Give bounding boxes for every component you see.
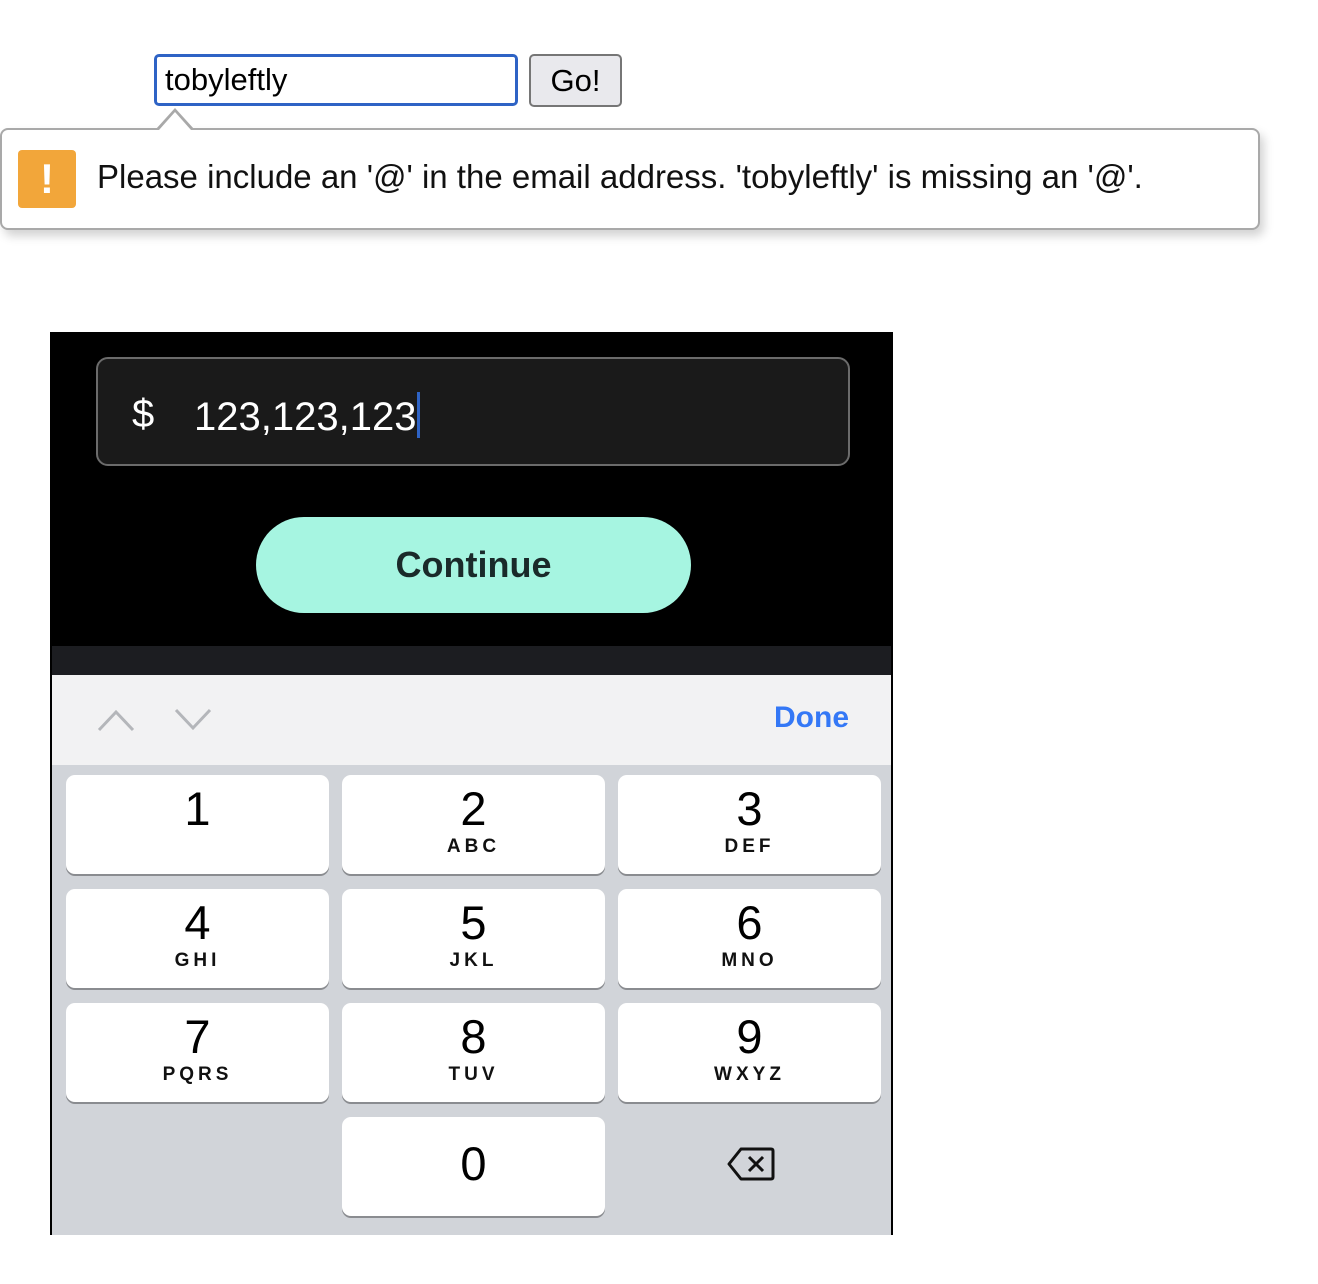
- key-4[interactable]: 4 GHI: [66, 889, 329, 988]
- key-digit: 9: [736, 1010, 763, 1063]
- key-letters: JKL: [449, 950, 498, 971]
- key-2[interactable]: 2 ABC: [342, 775, 605, 874]
- backspace-icon: [727, 1147, 775, 1186]
- key-digit: 7: [184, 1010, 211, 1063]
- key-letters: ABC: [446, 836, 501, 857]
- amount-text: 123,123,123: [194, 395, 417, 439]
- numeric-keypad: 1 2 ABC 3 DEF 4 GHI 5 JKL 6 MNO 7 PQRS 8: [52, 765, 891, 1235]
- key-letters: PQRS: [162, 1064, 233, 1085]
- amount-input[interactable]: $ 123,123,123: [96, 357, 850, 466]
- key-8[interactable]: 8 TUV: [342, 1003, 605, 1102]
- key-letters: GHI: [174, 950, 221, 971]
- key-digit: 5: [460, 896, 487, 949]
- done-button[interactable]: Done: [774, 701, 849, 735]
- validation-tooltip: ! Please include an '@' in the email add…: [0, 128, 1260, 230]
- currency-symbol: $: [132, 392, 155, 436]
- text-caret: [417, 392, 421, 438]
- key-letters: DEF: [724, 836, 775, 857]
- backspace-key[interactable]: [618, 1117, 881, 1216]
- key-digit: 8: [460, 1010, 487, 1063]
- key-digit: 6: [736, 896, 763, 949]
- keyboard-gap: [52, 646, 891, 675]
- chevron-down-icon[interactable]: [173, 707, 213, 738]
- key-9[interactable]: 9 WXYZ: [618, 1003, 881, 1102]
- key-0[interactable]: 0: [342, 1117, 605, 1216]
- key-1[interactable]: 1: [66, 775, 329, 874]
- key-letters: WXYZ: [714, 1064, 785, 1085]
- key-digit: 4: [184, 896, 211, 949]
- key-6[interactable]: 6 MNO: [618, 889, 881, 988]
- key-letters: TUV: [448, 1064, 499, 1085]
- email-input[interactable]: [154, 54, 518, 106]
- phone-screen: $ 123,123,123 Continue Done 1 2 ABC 3 DE…: [50, 332, 893, 1235]
- go-button[interactable]: Go!: [529, 54, 622, 107]
- keyboard-accessory-bar: Done: [52, 675, 891, 766]
- tooltip-arrow-fill: [159, 112, 191, 130]
- key-3[interactable]: 3 DEF: [618, 775, 881, 874]
- chevron-up-icon[interactable]: [96, 707, 136, 738]
- key-7[interactable]: 7 PQRS: [66, 1003, 329, 1102]
- continue-button[interactable]: Continue: [256, 517, 691, 613]
- key-digit: 2: [460, 782, 487, 835]
- amount-value: 123,123,123: [194, 392, 421, 440]
- key-digit: 0: [460, 1137, 487, 1190]
- key-5[interactable]: 5 JKL: [342, 889, 605, 988]
- validation-message: Please include an '@' in the email addre…: [97, 158, 1143, 195]
- key-digit: 3: [736, 782, 763, 835]
- key-letters: MNO: [721, 950, 778, 971]
- warning-icon: !: [18, 150, 76, 208]
- key-digit: 1: [184, 782, 211, 835]
